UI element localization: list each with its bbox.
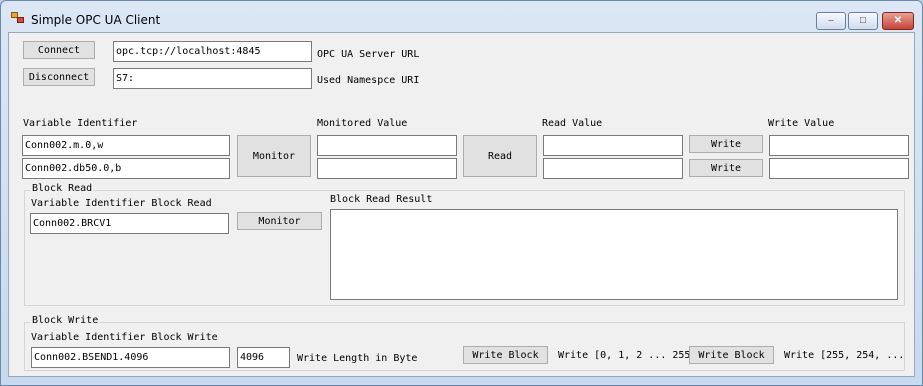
- write-length-label: Write Length in Byte: [297, 353, 418, 364]
- block-write-identifier-input[interactable]: Conn002.BSEND1.4096: [31, 347, 230, 368]
- block-read-result-textarea[interactable]: [330, 209, 898, 300]
- title-bar[interactable]: Simple OPC UA Client – □ ✕: [1, 1, 922, 31]
- block-read-group-title: Block Read: [30, 183, 95, 194]
- server-url-input[interactable]: opc.tcp://localhost:4845: [113, 41, 312, 62]
- block-read-result-label: Block Read Result: [330, 194, 433, 205]
- window-title: Simple OPC UA Client: [31, 13, 161, 27]
- block-read-monitor-button[interactable]: Monitor: [237, 212, 322, 230]
- read-value-field-2[interactable]: [543, 158, 683, 179]
- namespace-input[interactable]: S7:: [113, 68, 312, 89]
- write-value-header: Write Value: [768, 118, 835, 129]
- maximize-button[interactable]: □: [848, 12, 878, 30]
- monitored-value-header: Monitored Value: [317, 118, 408, 129]
- write-value-field-2[interactable]: [769, 158, 909, 179]
- read-value-header: Read Value: [542, 118, 603, 129]
- namespace-label: Used Namespce URI: [317, 75, 420, 86]
- connect-button[interactable]: Connect: [23, 41, 95, 59]
- monitored-value-field-1[interactable]: [317, 135, 457, 156]
- block-write-identifier-label: Variable Identifier Block Write: [31, 332, 218, 343]
- variable-identifier-header: Variable Identifier: [23, 118, 138, 129]
- monitored-value-field-2[interactable]: [317, 158, 457, 179]
- client-area: Connect Disconnect opc.tcp://localhost:4…: [8, 32, 915, 377]
- maximize-icon: □: [859, 15, 867, 26]
- server-url-label: OPC UA Server URL: [317, 49, 420, 60]
- app-icon: [11, 12, 25, 24]
- minimize-icon: –: [828, 15, 834, 26]
- block-read-identifier-label: Variable Identifier Block Read: [31, 198, 212, 209]
- write-button-2[interactable]: Write: [689, 159, 763, 177]
- block-write-group-title: Block Write: [30, 315, 101, 326]
- variable-identifier-input-1[interactable]: Conn002.m.0,w: [22, 135, 230, 156]
- write-length-input[interactable]: 4096: [237, 347, 290, 368]
- monitor-button[interactable]: Monitor: [237, 135, 311, 177]
- read-value-field-1[interactable]: [543, 135, 683, 156]
- write-button-1[interactable]: Write: [689, 135, 763, 153]
- close-button[interactable]: ✕: [882, 12, 914, 30]
- write-value-field-1[interactable]: [769, 135, 909, 156]
- write-block-button-2[interactable]: Write Block: [689, 346, 774, 364]
- block-read-identifier-input[interactable]: Conn002.BRCV1: [30, 213, 229, 234]
- minimize-button[interactable]: –: [816, 12, 846, 30]
- disconnect-button[interactable]: Disconnect: [23, 68, 95, 86]
- write-block-1-description: Write [0, 1, 2 ... 255]: [558, 350, 697, 361]
- write-block-button-1[interactable]: Write Block: [463, 346, 548, 364]
- write-block-2-description: Write [255, 254, ...: [784, 350, 905, 361]
- close-icon: ✕: [893, 15, 903, 26]
- variable-identifier-input-2[interactable]: Conn002.db50.0,b: [22, 158, 230, 179]
- read-button[interactable]: Read: [463, 135, 537, 177]
